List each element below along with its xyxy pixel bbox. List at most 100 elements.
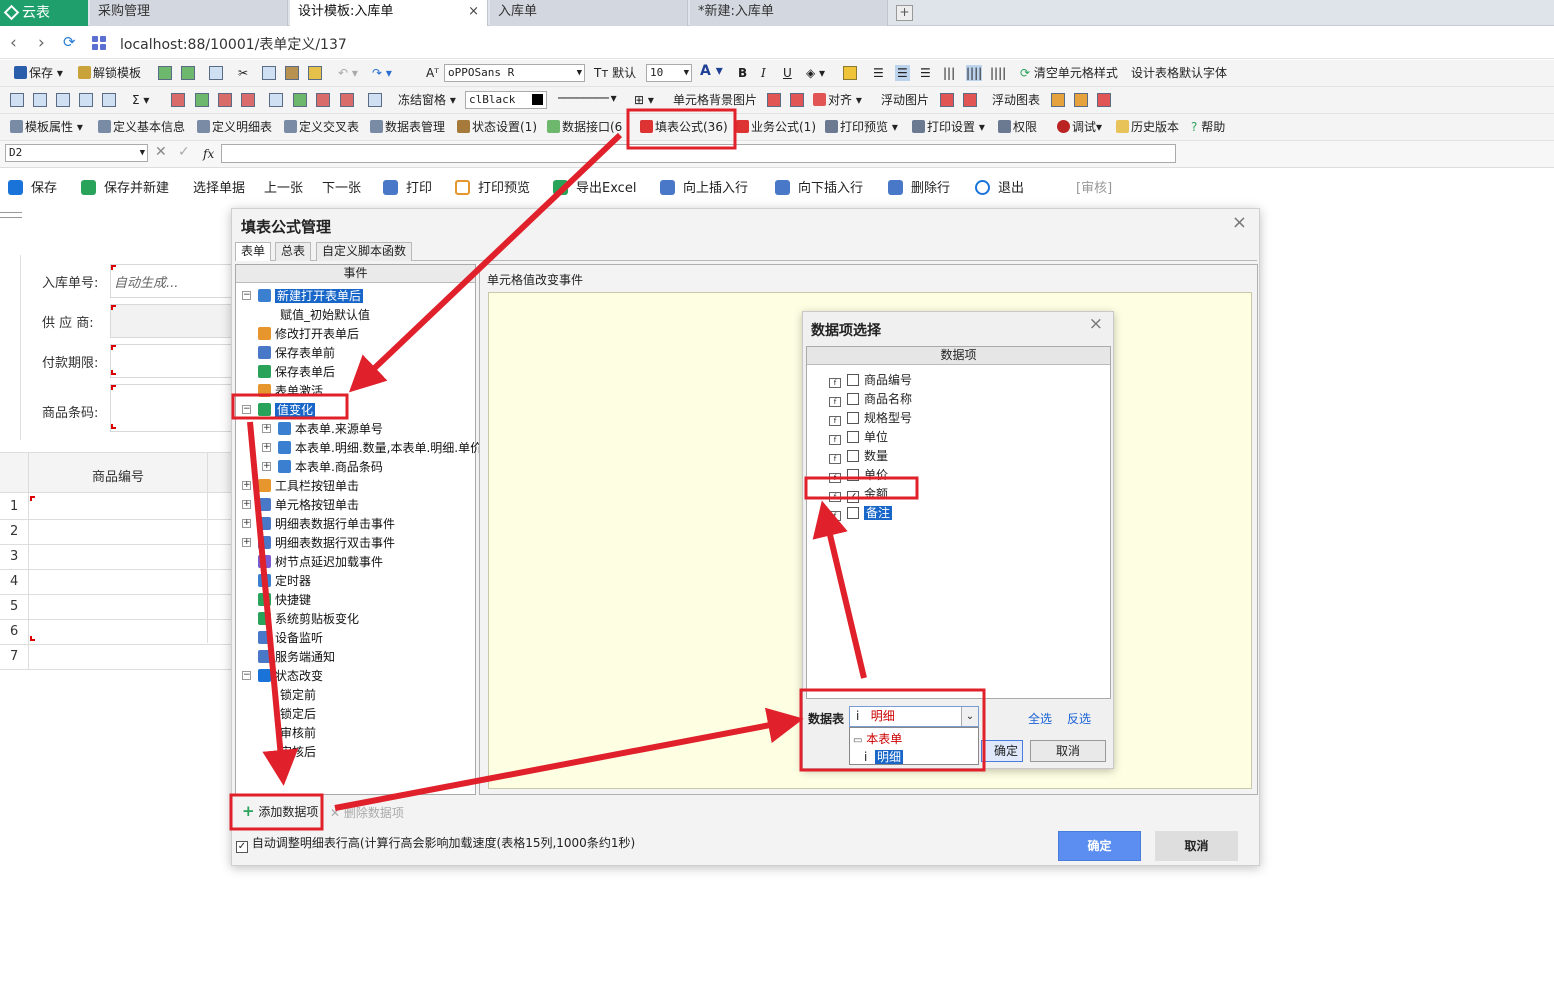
img-del-icon[interactable] — [790, 93, 804, 107]
print-settings-button[interactable]: 打印设置 ▾ — [912, 119, 985, 135]
tree-node[interactable]: 锁定后 — [280, 705, 316, 722]
default-font-button[interactable]: Tт 默认 — [594, 65, 636, 81]
new-tab-button[interactable]: + — [896, 5, 913, 21]
tree-node[interactable]: 系统剪贴板变化 — [258, 610, 359, 627]
unlock-template-button[interactable]: 解锁模板 — [78, 65, 141, 81]
tree-node[interactable]: 审核后 — [280, 743, 316, 760]
add-data-item-button[interactable]: + 添加数据项 — [242, 802, 318, 820]
fill-color-icon[interactable]: ◈ ▾ — [806, 65, 825, 81]
define-basic-button[interactable]: 定义基本信息 — [98, 119, 185, 135]
tree-node[interactable]: 保存表单前 — [258, 344, 335, 361]
exit-icon[interactable] — [209, 66, 223, 80]
tree-node[interactable]: 值变化 — [258, 401, 316, 418]
insert2-icon[interactable] — [195, 93, 209, 107]
table5-icon[interactable] — [102, 93, 116, 107]
chart3-icon[interactable] — [1097, 93, 1111, 107]
close-icon[interactable]: × — [1232, 212, 1247, 233]
formula-input[interactable] — [221, 144, 1176, 163]
payterm-field[interactable] — [110, 344, 232, 378]
expand-toggle-icon[interactable]: + — [262, 462, 271, 471]
tree-node[interactable]: 本表单.商品条码 — [278, 458, 383, 475]
cancel-button[interactable]: 取消 — [1155, 831, 1238, 861]
tree-node[interactable]: 赋值_初始默认值 — [280, 306, 370, 323]
next-button[interactable]: 下一张 — [322, 177, 361, 196]
expand-toggle-icon[interactable]: − — [242, 291, 251, 300]
print-preview-button[interactable]: 打印预览 ▾ — [825, 119, 898, 135]
refresh-icon[interactable]: ⟳ — [63, 33, 76, 51]
redo-icon[interactable]: ↷ ▾ — [372, 65, 392, 81]
chart2-icon[interactable] — [1074, 93, 1088, 107]
action-save-button[interactable]: 保存 — [8, 177, 57, 196]
audit-button[interactable]: [审核] — [1076, 177, 1112, 196]
data-item[interactable]: f 单位 — [829, 428, 888, 445]
tab-purchase[interactable]: 采购管理 — [90, 0, 288, 26]
delete-icon[interactable] — [218, 93, 232, 107]
fill-formula-button[interactable]: 填表公式(36) — [640, 119, 728, 135]
save-button[interactable]: 保存 ▾ — [14, 65, 63, 81]
line-style-select[interactable]: ──────── ▾ — [558, 90, 617, 106]
expand-toggle-icon[interactable]: + — [262, 443, 271, 452]
forward-icon[interactable]: › — [38, 33, 45, 53]
tree-node[interactable]: 本表单.来源单号 — [278, 420, 383, 437]
design-font-button[interactable]: 设计表格默认字体 — [1131, 65, 1227, 81]
table2-icon[interactable] — [33, 93, 47, 107]
supplier-field[interactable] — [110, 304, 232, 338]
align-left-icon[interactable]: ☰ — [873, 65, 884, 81]
state-settings-button[interactable]: 状态设置(1) — [457, 119, 537, 135]
expand-toggle-icon[interactable]: + — [242, 538, 251, 547]
action-save-new-button[interactable]: 保存并新建 — [81, 177, 169, 196]
option-this-form[interactable]: ▭ 本表单 — [853, 730, 902, 747]
data-item[interactable]: f 规格型号 — [829, 409, 912, 426]
table4-icon[interactable] — [79, 93, 93, 107]
apps-icon[interactable] — [92, 36, 106, 50]
border-icon[interactable]: ⊞ ▾ — [634, 92, 654, 108]
insert-down-button[interactable]: 向下插入行 — [775, 177, 863, 196]
tree-node[interactable]: 保存表单后 — [258, 363, 335, 380]
expand-toggle-icon[interactable]: + — [242, 500, 251, 509]
tab-design-template[interactable]: 设计模板:入库单 × — [290, 0, 488, 26]
barcode3-icon[interactable]: |||| — [990, 65, 1006, 81]
prev-button[interactable]: 上一张 — [264, 177, 303, 196]
import-icon[interactable] — [158, 66, 172, 80]
split2-icon[interactable] — [340, 93, 354, 107]
expand-toggle-icon[interactable]: + — [242, 481, 251, 490]
font-select[interactable]: oPPOSans R ▼ — [444, 64, 585, 82]
close-icon[interactable]: × — [1089, 314, 1103, 334]
data-item[interactable]: f 数量 — [829, 447, 888, 464]
tree-node[interactable]: 新建打开表单后 — [258, 287, 364, 304]
merge2-icon[interactable] — [293, 93, 307, 107]
img-add-icon[interactable] — [767, 93, 781, 107]
bold-icon[interactable]: B — [738, 65, 747, 81]
print-button[interactable]: 打印 — [383, 177, 432, 196]
float-chart-button[interactable]: 浮动图表 — [992, 92, 1040, 108]
close-icon[interactable]: × — [468, 0, 479, 24]
insert-up-button[interactable]: 向上插入行 — [660, 177, 748, 196]
tree-node[interactable]: 明细表数据行单击事件 — [258, 515, 395, 532]
tree-node[interactable]: 定时器 — [258, 572, 311, 589]
delete2-icon[interactable] — [241, 93, 255, 107]
data-item[interactable]: f 商品名称 — [829, 390, 912, 407]
select-doc-button[interactable]: 选择单据 — [193, 177, 245, 196]
tree-node[interactable]: 工具栏按钮单击 — [258, 477, 359, 494]
datatable-manage-button[interactable]: 数据表管理 — [370, 119, 445, 135]
data-item[interactable]: f 单价 — [829, 466, 888, 483]
cancel-icon[interactable]: ✕ — [155, 144, 167, 160]
template-properties-button[interactable]: 模板属性 ▾ — [10, 119, 83, 135]
clear-style-button[interactable]: ⟳ 清空单元格样式 — [1020, 65, 1118, 81]
help-button[interactable]: ? 帮助 — [1191, 119, 1225, 135]
undo-icon[interactable]: ↶ ▾ — [338, 65, 358, 81]
cell-address-select[interactable]: D2 ▼ — [5, 144, 148, 162]
back-icon[interactable]: ‹ — [10, 33, 17, 53]
tree-node[interactable]: 服务端通知 — [258, 648, 335, 665]
cut-icon[interactable]: ✂ — [238, 65, 248, 81]
ok-button[interactable]: 确定 — [1058, 831, 1141, 861]
data-item[interactable]: f 商品编号 — [829, 371, 912, 388]
tree-node[interactable]: 修改打开表单后 — [258, 325, 359, 342]
tab-receipt[interactable]: 入库单 — [490, 0, 688, 26]
table3-icon[interactable] — [56, 93, 70, 107]
expand-toggle-icon[interactable]: − — [242, 405, 251, 414]
tree-node[interactable]: 审核前 — [280, 724, 316, 741]
export-icon[interactable] — [181, 66, 195, 80]
italic-icon[interactable]: I — [761, 65, 766, 81]
align-button[interactable]: 对齐 ▾ — [813, 92, 862, 108]
